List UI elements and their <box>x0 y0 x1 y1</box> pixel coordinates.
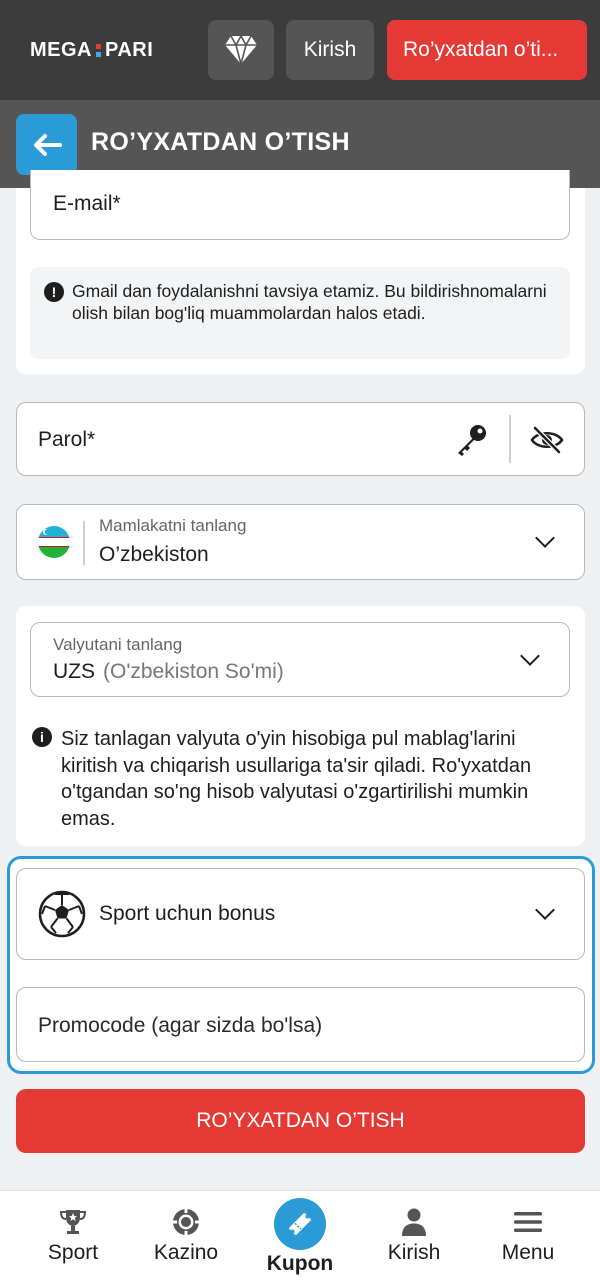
currency-notice: i Siz tanlagan valyuta o'yin hisobiga pu… <box>30 727 570 831</box>
exclamation-icon: ! <box>44 282 64 302</box>
password-field[interactable]: Parol* <box>16 402 585 476</box>
login-button[interactable]: Kirish <box>286 20 374 80</box>
country-label: Mamlakatni tanlang <box>99 516 247 535</box>
chevron-down-icon <box>535 528 555 548</box>
email-notice: ! Gmail dan foydalanishni tavsiya etamiz… <box>30 267 570 359</box>
user-icon <box>402 1208 426 1236</box>
top-bar: MEGA PARI Kirish Ro’yxatdan o’ti... <box>0 0 600 100</box>
vip-button[interactable] <box>208 20 274 80</box>
eye-off-icon[interactable] <box>530 426 564 454</box>
email-notice-text: Gmail dan foydalanishni tavsiya etamiz. … <box>72 281 547 323</box>
logo-dots <box>96 43 101 57</box>
register-button[interactable]: Ro’yxatdan o’ti... <box>387 20 587 80</box>
soccer-ball-icon <box>38 890 86 938</box>
diamond-icon <box>225 35 257 65</box>
back-button[interactable] <box>16 114 77 175</box>
email-label: E-mail* <box>53 192 121 215</box>
nav-label-kazino: Kazino <box>153 1241 219 1264</box>
password-divider <box>509 415 511 463</box>
logo-text-left: MEGA <box>30 38 92 61</box>
currency-label: Valyutani tanlang <box>53 635 183 654</box>
trophy-icon <box>59 1210 87 1234</box>
chevron-down-icon <box>520 646 540 666</box>
logo-text-right: PARI <box>105 38 154 61</box>
currency-notice-text: Siz tanlagan valyuta o'yin hisobiga pul … <box>61 728 532 830</box>
nav-label-kupon: Kupon <box>266 1252 334 1275</box>
nav-label-sport: Sport <box>47 1241 99 1264</box>
chevron-down-icon <box>535 900 555 920</box>
nav-item-kirish[interactable]: Kirish <box>364 1191 464 1280</box>
country-divider <box>83 521 85 565</box>
currency-name: (O'zbekiston So'mi) <box>103 660 284 683</box>
register-submit-button[interactable]: RO’YXATDAN O’TISH <box>16 1089 585 1153</box>
nav-item-kupon[interactable]: Kupon <box>250 1191 350 1280</box>
country-value: O’zbekiston <box>99 543 209 566</box>
nav-item-kazino[interactable]: Kazino <box>136 1191 236 1280</box>
coupon-badge <box>274 1198 326 1250</box>
bottom-nav: Sport Kazino Kupon Kirish Menu <box>0 1190 600 1280</box>
email-field[interactable]: E-mail* <box>30 170 570 240</box>
nav-item-sport[interactable]: Sport <box>23 1191 123 1280</box>
key-icon[interactable] <box>454 423 488 457</box>
page-title: RO’YXATDAN O’TISH <box>91 128 350 156</box>
info-icon: i <box>32 727 52 747</box>
ticket-icon <box>288 1212 312 1236</box>
bonus-value: Sport uchun bonus <box>99 902 276 925</box>
country-select[interactable]: Mamlakatni tanlang O’zbekiston <box>16 504 585 580</box>
password-label: Parol* <box>38 428 96 451</box>
promocode-input[interactable]: Promocode (agar sizda bo'lsa) <box>16 987 585 1062</box>
promocode-placeholder: Promocode (agar sizda bo'lsa) <box>38 1014 323 1037</box>
logo[interactable]: MEGA PARI <box>30 36 153 64</box>
casino-chip-icon <box>173 1209 199 1235</box>
bonus-select[interactable]: Sport uchun bonus <box>16 868 585 960</box>
uzbekistan-flag-icon <box>38 526 70 558</box>
nav-label-menu: Menu <box>501 1241 555 1264</box>
currency-select[interactable]: Valyutani tanlang UZS (O'zbekiston So'mi… <box>30 622 570 697</box>
nav-label-kirish: Kirish <box>387 1241 441 1264</box>
hamburger-menu-icon <box>514 1212 542 1232</box>
arrow-left-icon <box>33 133 62 156</box>
nav-item-menu[interactable]: Menu <box>478 1191 578 1280</box>
currency-code: UZS <box>53 660 95 683</box>
